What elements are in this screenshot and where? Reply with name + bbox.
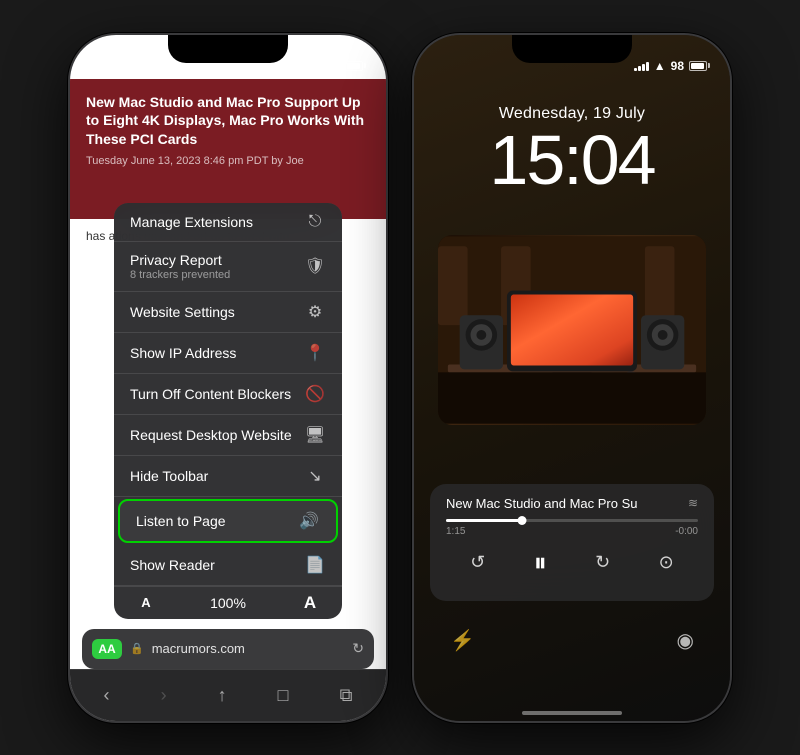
music-player-card: New Mac Studio and Mac Pro Su ≋ 1:15 -0:… <box>430 484 714 601</box>
menu-item-listen-to-page[interactable]: Listen to Page 🔊 <box>118 499 338 543</box>
address-bar: AA 🔒 macrumors.com ↻ <box>82 629 374 669</box>
back-button[interactable]: ‹ <box>104 685 110 706</box>
lock-date: Wednesday, 19 July <box>414 105 730 123</box>
wifi-icon: ▲ <box>310 59 322 73</box>
flashlight-button[interactable]: ⚡ <box>450 628 475 653</box>
menu-item-show-reader[interactable]: Show Reader 📄 <box>114 545 342 586</box>
article-meta: Tuesday June 13, 2023 8:46 pm PDT by Joe <box>86 155 370 167</box>
waveform-icon: ≋ <box>688 496 698 510</box>
hide-toolbar-icon: ↘ <box>304 466 326 486</box>
menu-item-desktop-site[interactable]: Request Desktop Website 🖥 <box>114 415 342 456</box>
zoom-row: A 100% A <box>114 586 342 619</box>
right-screen: ▲ 98 Wednesday, 19 July 15:04 <box>414 35 730 721</box>
player-title-row: New Mac Studio and Mac Pro Su ≋ <box>446 496 698 511</box>
left-time: 15:05 <box>90 57 126 73</box>
player-track-title: New Mac Studio and Mac Pro Su <box>446 496 688 511</box>
progress-fill <box>446 519 522 522</box>
right-signal-icon <box>634 61 649 71</box>
menu-item-show-ip[interactable]: Show IP Address 📍 <box>114 333 342 374</box>
show-ip-icon: 📍 <box>304 343 326 363</box>
camera-button[interactable]: ◉ <box>677 628 694 653</box>
manage-extensions-icon: ⎋ <box>304 213 326 231</box>
signal-icon <box>290 61 305 71</box>
battery-icon <box>345 61 366 71</box>
zoom-increase-button[interactable]: A <box>290 593 330 613</box>
rewind-button[interactable]: ↺ <box>470 552 485 573</box>
bookmarks-button[interactable]: □ <box>278 685 289 706</box>
right-phone: ▲ 98 Wednesday, 19 July 15:04 <box>412 33 732 723</box>
forward-button[interactable]: › <box>161 685 167 706</box>
bottom-nav: ‹ › ↑ □ ⧉ <box>70 669 386 721</box>
reload-icon[interactable]: ↻ <box>352 640 364 657</box>
lock-bottom-icons: ⚡ ◉ <box>414 628 730 653</box>
show-reader-icon: 📄 <box>304 555 326 575</box>
pause-button[interactable]: ⏸ <box>534 547 547 579</box>
privacy-report-icon: 🛡 <box>304 256 326 276</box>
time-row: 1:15 -0:00 <box>446 526 698 537</box>
menu-item-hide-toolbar[interactable]: Hide Toolbar ↘ <box>114 456 342 497</box>
desktop-site-icon: 🖥 <box>304 425 326 445</box>
right-wifi-icon: ▲ <box>654 59 666 73</box>
right-battery-icon <box>689 61 710 71</box>
studio-svg <box>438 235 706 425</box>
context-menu: Manage Extensions ⎋ Privacy Report 8 tra… <box>114 203 342 619</box>
zoom-value: 100% <box>166 595 290 611</box>
left-phone: 15:05 ▲ 98 New Mac Studio and Mac Pro Su… <box>68 33 388 723</box>
share-button[interactable]: ↑ <box>218 685 227 706</box>
website-settings-icon: ⚙ <box>304 302 326 322</box>
left-screen: 15:05 ▲ 98 New Mac Studio and Mac Pro Su… <box>70 35 386 721</box>
left-status-icons: ▲ 98 <box>290 59 366 73</box>
right-battery-percent: 98 <box>671 59 684 73</box>
lock-time: 15:04 <box>414 125 730 195</box>
album-art-container <box>438 235 706 425</box>
listen-icon: 🔊 <box>298 511 320 531</box>
content-blockers-icon: 🚫 <box>304 384 326 404</box>
player-controls: ↺ ⏸ ↻ ⊙ <box>446 547 698 579</box>
menu-item-manage-extensions[interactable]: Manage Extensions ⎋ <box>114 203 342 242</box>
airplay-button[interactable]: ⊙ <box>659 552 674 573</box>
tabs-button[interactable]: ⧉ <box>340 685 353 706</box>
progress-bar[interactable] <box>446 519 698 522</box>
time-elapsed: 1:15 <box>446 526 465 537</box>
menu-item-content-blockers[interactable]: Turn Off Content Blockers 🚫 <box>114 374 342 415</box>
lock-icon: 🔒 <box>130 642 144 655</box>
progress-knob <box>517 516 526 525</box>
zoom-decrease-button[interactable]: A <box>126 595 166 610</box>
right-status-icons: ▲ 98 <box>634 59 710 73</box>
url-text[interactable]: macrumors.com <box>152 641 345 656</box>
aa-button[interactable]: AA <box>92 639 122 659</box>
menu-item-website-settings[interactable]: Website Settings ⚙ <box>114 292 342 333</box>
time-remaining: -0:00 <box>675 526 698 537</box>
home-indicator[interactable] <box>522 711 622 715</box>
article-title: New Mac Studio and Mac Pro Support Up to… <box>86 93 370 150</box>
fast-forward-button[interactable]: ↻ <box>595 552 610 573</box>
article-header: New Mac Studio and Mac Pro Support Up to… <box>70 79 386 219</box>
battery-percent: 98 <box>327 59 340 73</box>
notch <box>168 35 288 63</box>
album-art-scene <box>438 235 706 425</box>
right-notch <box>512 35 632 63</box>
menu-item-privacy-report[interactable]: Privacy Report 8 trackers prevented 🛡 <box>114 242 342 292</box>
